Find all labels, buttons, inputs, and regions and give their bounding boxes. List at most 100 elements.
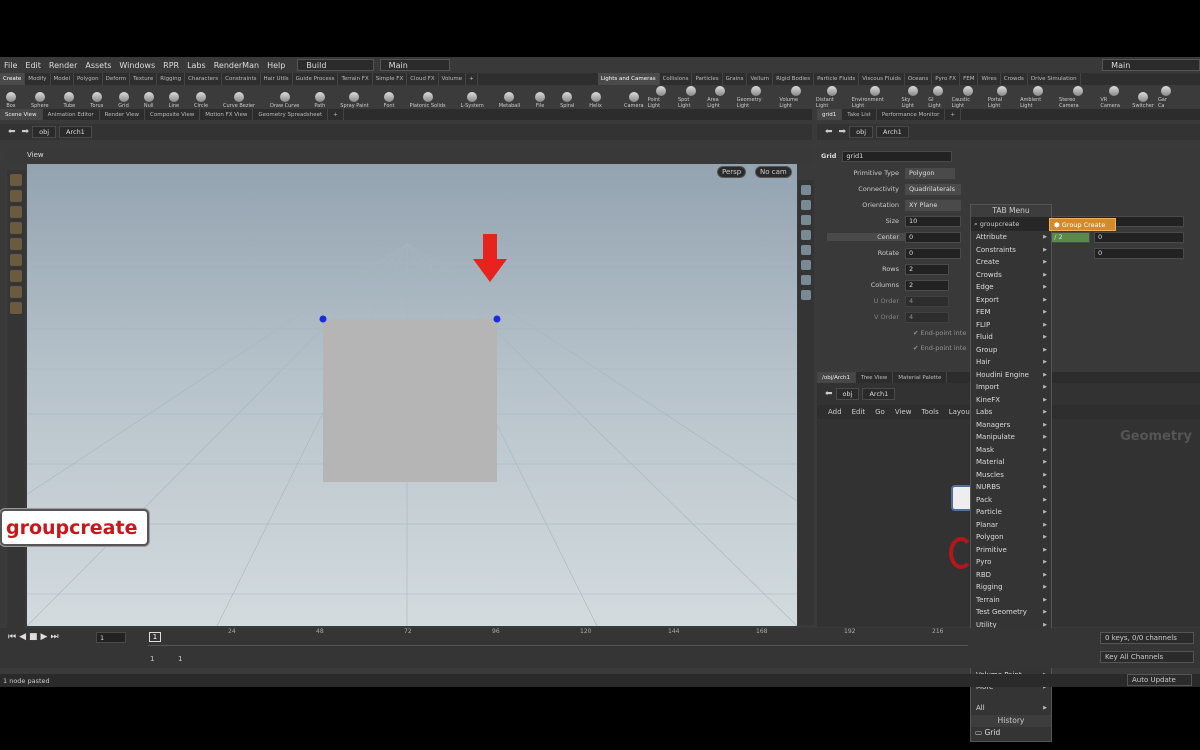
breadcrumb-obj[interactable]: obj — [849, 126, 874, 138]
forward-arrow-icon[interactable]: ➡ — [22, 127, 30, 137]
shelf-tab[interactable]: Terrain FX — [338, 73, 373, 85]
tab-tree-view[interactable]: Tree View — [856, 372, 894, 383]
tab-render-view[interactable]: Render View — [100, 109, 146, 120]
tab-take-list[interactable]: Take List — [842, 109, 877, 120]
breadcrumb-node[interactable]: Arch1 — [59, 126, 92, 138]
tab-motion-fx-view[interactable]: Motion FX View — [200, 109, 254, 120]
menu-renderman[interactable]: RenderMan — [210, 61, 263, 70]
tab-menu-item[interactable]: NURBS — [971, 481, 1051, 494]
tool-file[interactable]: File — [533, 85, 547, 109]
breadcrumb-node[interactable]: Arch1 — [876, 126, 909, 138]
menu-edit[interactable]: Edit — [21, 61, 45, 70]
tab-menu-item[interactable]: Primitive — [971, 544, 1051, 557]
stop-icon[interactable]: ■ — [29, 632, 38, 642]
shelf-tab[interactable]: Oceans — [905, 73, 933, 85]
display-icon[interactable] — [801, 185, 811, 195]
shelf-tab[interactable]: Particle Fluids — [814, 73, 860, 85]
tab-menu-item[interactable]: Mask — [971, 444, 1051, 457]
tool-sky-light[interactable]: Sky Light — [899, 85, 926, 109]
shelf-tab[interactable]: Simple FX — [373, 73, 408, 85]
tab-menu-item[interactable]: Test Geometry — [971, 606, 1051, 619]
shelf-tab[interactable]: Viscous Fluids — [859, 73, 905, 85]
tab-menu-item[interactable]: FLIP — [971, 319, 1051, 332]
primitive-type-menu[interactable]: Polygon — [905, 167, 955, 179]
tab-menu-item[interactable]: Group — [971, 344, 1051, 357]
tab-geometry-spreadsheet[interactable]: Geometry Spreadsheet — [253, 109, 329, 120]
breadcrumb-obj[interactable]: obj — [32, 126, 57, 138]
timeline-ruler[interactable]: 24 48 72 96 120 144 168 192 216 — [148, 628, 968, 646]
tab-menu-item[interactable]: Houdini Engine — [971, 369, 1051, 382]
tab-menu-item[interactable]: FEM — [971, 306, 1051, 319]
move-icon[interactable] — [10, 190, 22, 202]
tool-metaball[interactable]: Metaball — [497, 85, 522, 109]
tab-menu-item[interactable]: Muscles — [971, 469, 1051, 482]
tab-menu-item[interactable]: Pyro — [971, 556, 1051, 569]
tab-menu-item[interactable]: Planar — [971, 519, 1051, 532]
shelf-tab[interactable]: FEM — [960, 73, 979, 85]
jump-end-icon[interactable]: ⏭ — [50, 632, 58, 642]
tool-vr-camera[interactable]: VR Camera — [1098, 85, 1130, 109]
shelf-tab[interactable]: Cloud FX — [407, 73, 439, 85]
group-create-suggestion[interactable]: ⬢ Group Create — [1049, 218, 1116, 231]
shelf-tab[interactable]: Pyro FX — [932, 73, 961, 85]
tool-platonic[interactable]: Platonic Solids — [407, 85, 447, 109]
tab-menu-item[interactable]: Polygon — [971, 531, 1051, 544]
tab-menu-item[interactable]: RBD — [971, 569, 1051, 582]
shelf-tab[interactable]: Wires — [978, 73, 1001, 85]
tool-spot-light[interactable]: Spot Light — [676, 85, 705, 109]
tool-point-light[interactable]: Point Light — [646, 85, 676, 109]
ghost-icon[interactable] — [801, 290, 811, 300]
tab-animation-editor[interactable]: Animation Editor — [43, 109, 100, 120]
forward-arrow-icon[interactable]: ➡ — [839, 127, 847, 137]
back-arrow-icon[interactable]: ⬅ — [8, 127, 16, 137]
brush-icon[interactable] — [10, 270, 22, 282]
add-pane-tab-button[interactable]: + — [945, 109, 961, 120]
rotate-z-field[interactable]: 0 — [1094, 247, 1184, 259]
shelf-tab[interactable]: Vellum — [747, 73, 774, 85]
columns-field[interactable]: 2 — [905, 279, 949, 291]
tool-sphere[interactable]: Sphere — [29, 85, 51, 109]
menu-windows[interactable]: Windows — [115, 61, 159, 70]
tool-distant-light[interactable]: Distant Light — [814, 85, 850, 109]
shelf-tab[interactable]: Collisions — [660, 73, 693, 85]
tab-menu-search[interactable]: ⌕ groupcreate — [971, 217, 1051, 231]
tool-spiral[interactable]: Spiral — [558, 85, 576, 109]
keys-channels[interactable]: 0 keys, 0/0 channels — [1100, 632, 1194, 644]
shelf-tab[interactable]: Texture — [130, 73, 158, 85]
add-pane-tab-button[interactable]: + — [328, 109, 344, 120]
net-menu-add[interactable]: Add — [823, 408, 847, 416]
node-name-field[interactable]: grid1 — [842, 150, 953, 162]
snap-icon[interactable] — [801, 245, 811, 255]
net-menu-go[interactable]: Go — [870, 408, 890, 416]
check-icon[interactable]: ✔ — [913, 329, 921, 337]
main-dropdown-right[interactable]: Main — [1102, 59, 1200, 71]
tab-menu-item[interactable]: Rigging — [971, 581, 1051, 594]
tab-grid1[interactable]: grid1 — [817, 109, 843, 120]
range-start[interactable]: 1 — [150, 655, 154, 663]
selected-point[interactable] — [493, 315, 501, 323]
tool-caustic-light[interactable]: Caustic Light — [950, 85, 986, 109]
pose-icon[interactable] — [10, 254, 22, 266]
back-arrow-icon[interactable]: ⬅ — [825, 127, 833, 137]
tab-performance-monitor[interactable]: Performance Monitor — [877, 109, 946, 120]
shelf-tab[interactable]: Grains — [723, 73, 748, 85]
tab-menu-item[interactable]: Fluid — [971, 331, 1051, 344]
step-back-icon[interactable]: ◀ — [19, 632, 26, 642]
view-icon[interactable] — [10, 302, 22, 314]
center-x-field[interactable]: 0 — [905, 231, 961, 243]
scale-icon[interactable] — [10, 222, 22, 234]
connectivity-menu[interactable]: Quadrilaterals — [905, 183, 961, 195]
shelf-tab[interactable]: Particles — [692, 73, 723, 85]
tool-draw-curve[interactable]: Draw Curve — [268, 85, 301, 109]
tab-menu-item[interactable]: Managers — [971, 419, 1051, 432]
net-menu-tools[interactable]: Tools — [916, 408, 943, 416]
shelf-tab[interactable]: Drive Simulation — [1028, 73, 1081, 85]
tab-menu-item[interactable]: Export — [971, 294, 1051, 307]
center-z-field[interactable]: 0 — [1094, 231, 1184, 243]
shelf-tab[interactable]: Deform — [103, 73, 131, 85]
frame-field[interactable]: 1 — [96, 632, 126, 643]
tool-helix[interactable]: Helix — [587, 85, 604, 109]
tab-menu-item-all[interactable]: All — [971, 702, 1051, 715]
history-item-grid[interactable]: ▭ Grid — [971, 727, 1051, 739]
rotate-x-field[interactable]: 0 — [905, 247, 961, 259]
